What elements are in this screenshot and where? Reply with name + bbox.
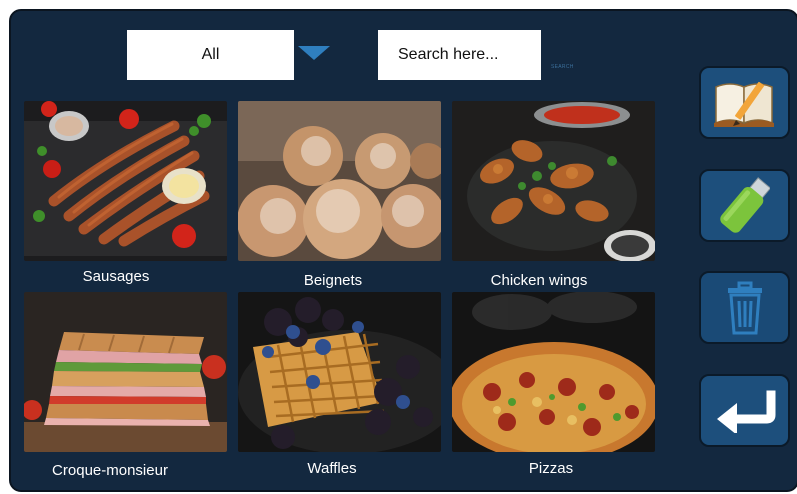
category-filter-value: All — [201, 46, 220, 63]
usb-stick-icon — [719, 176, 770, 233]
food-tile-label: Sausages — [82, 268, 150, 285]
category-filter[interactable]: All — [127, 30, 294, 80]
food-tile-label: Chicken wings — [490, 272, 588, 289]
edit-button[interactable] — [699, 66, 790, 139]
waffles-photo — [238, 292, 441, 452]
chevron-down-icon[interactable] — [298, 46, 330, 60]
back-button[interactable] — [699, 374, 790, 447]
delete-button[interactable] — [699, 271, 790, 344]
pizzas-photo — [452, 292, 655, 452]
chicken-wings-photo — [452, 101, 655, 261]
food-tile-label: Beignets — [303, 272, 363, 289]
food-tile-label: Pizzas — [528, 460, 574, 477]
trash-icon — [727, 281, 762, 334]
beignets-photo — [238, 101, 441, 261]
food-tile-label: Waffles — [307, 460, 357, 477]
add-button[interactable] — [699, 169, 790, 242]
food-tile-label: Croque-monsieur — [52, 462, 168, 479]
return-arrow-icon — [716, 390, 775, 433]
book-pencil-icon — [713, 81, 774, 127]
search-input[interactable] — [378, 30, 541, 80]
croque-monsieur-photo — [24, 292, 227, 452]
sausages-photo — [24, 101, 227, 261]
search-button[interactable]: SEARCH — [551, 64, 574, 70]
